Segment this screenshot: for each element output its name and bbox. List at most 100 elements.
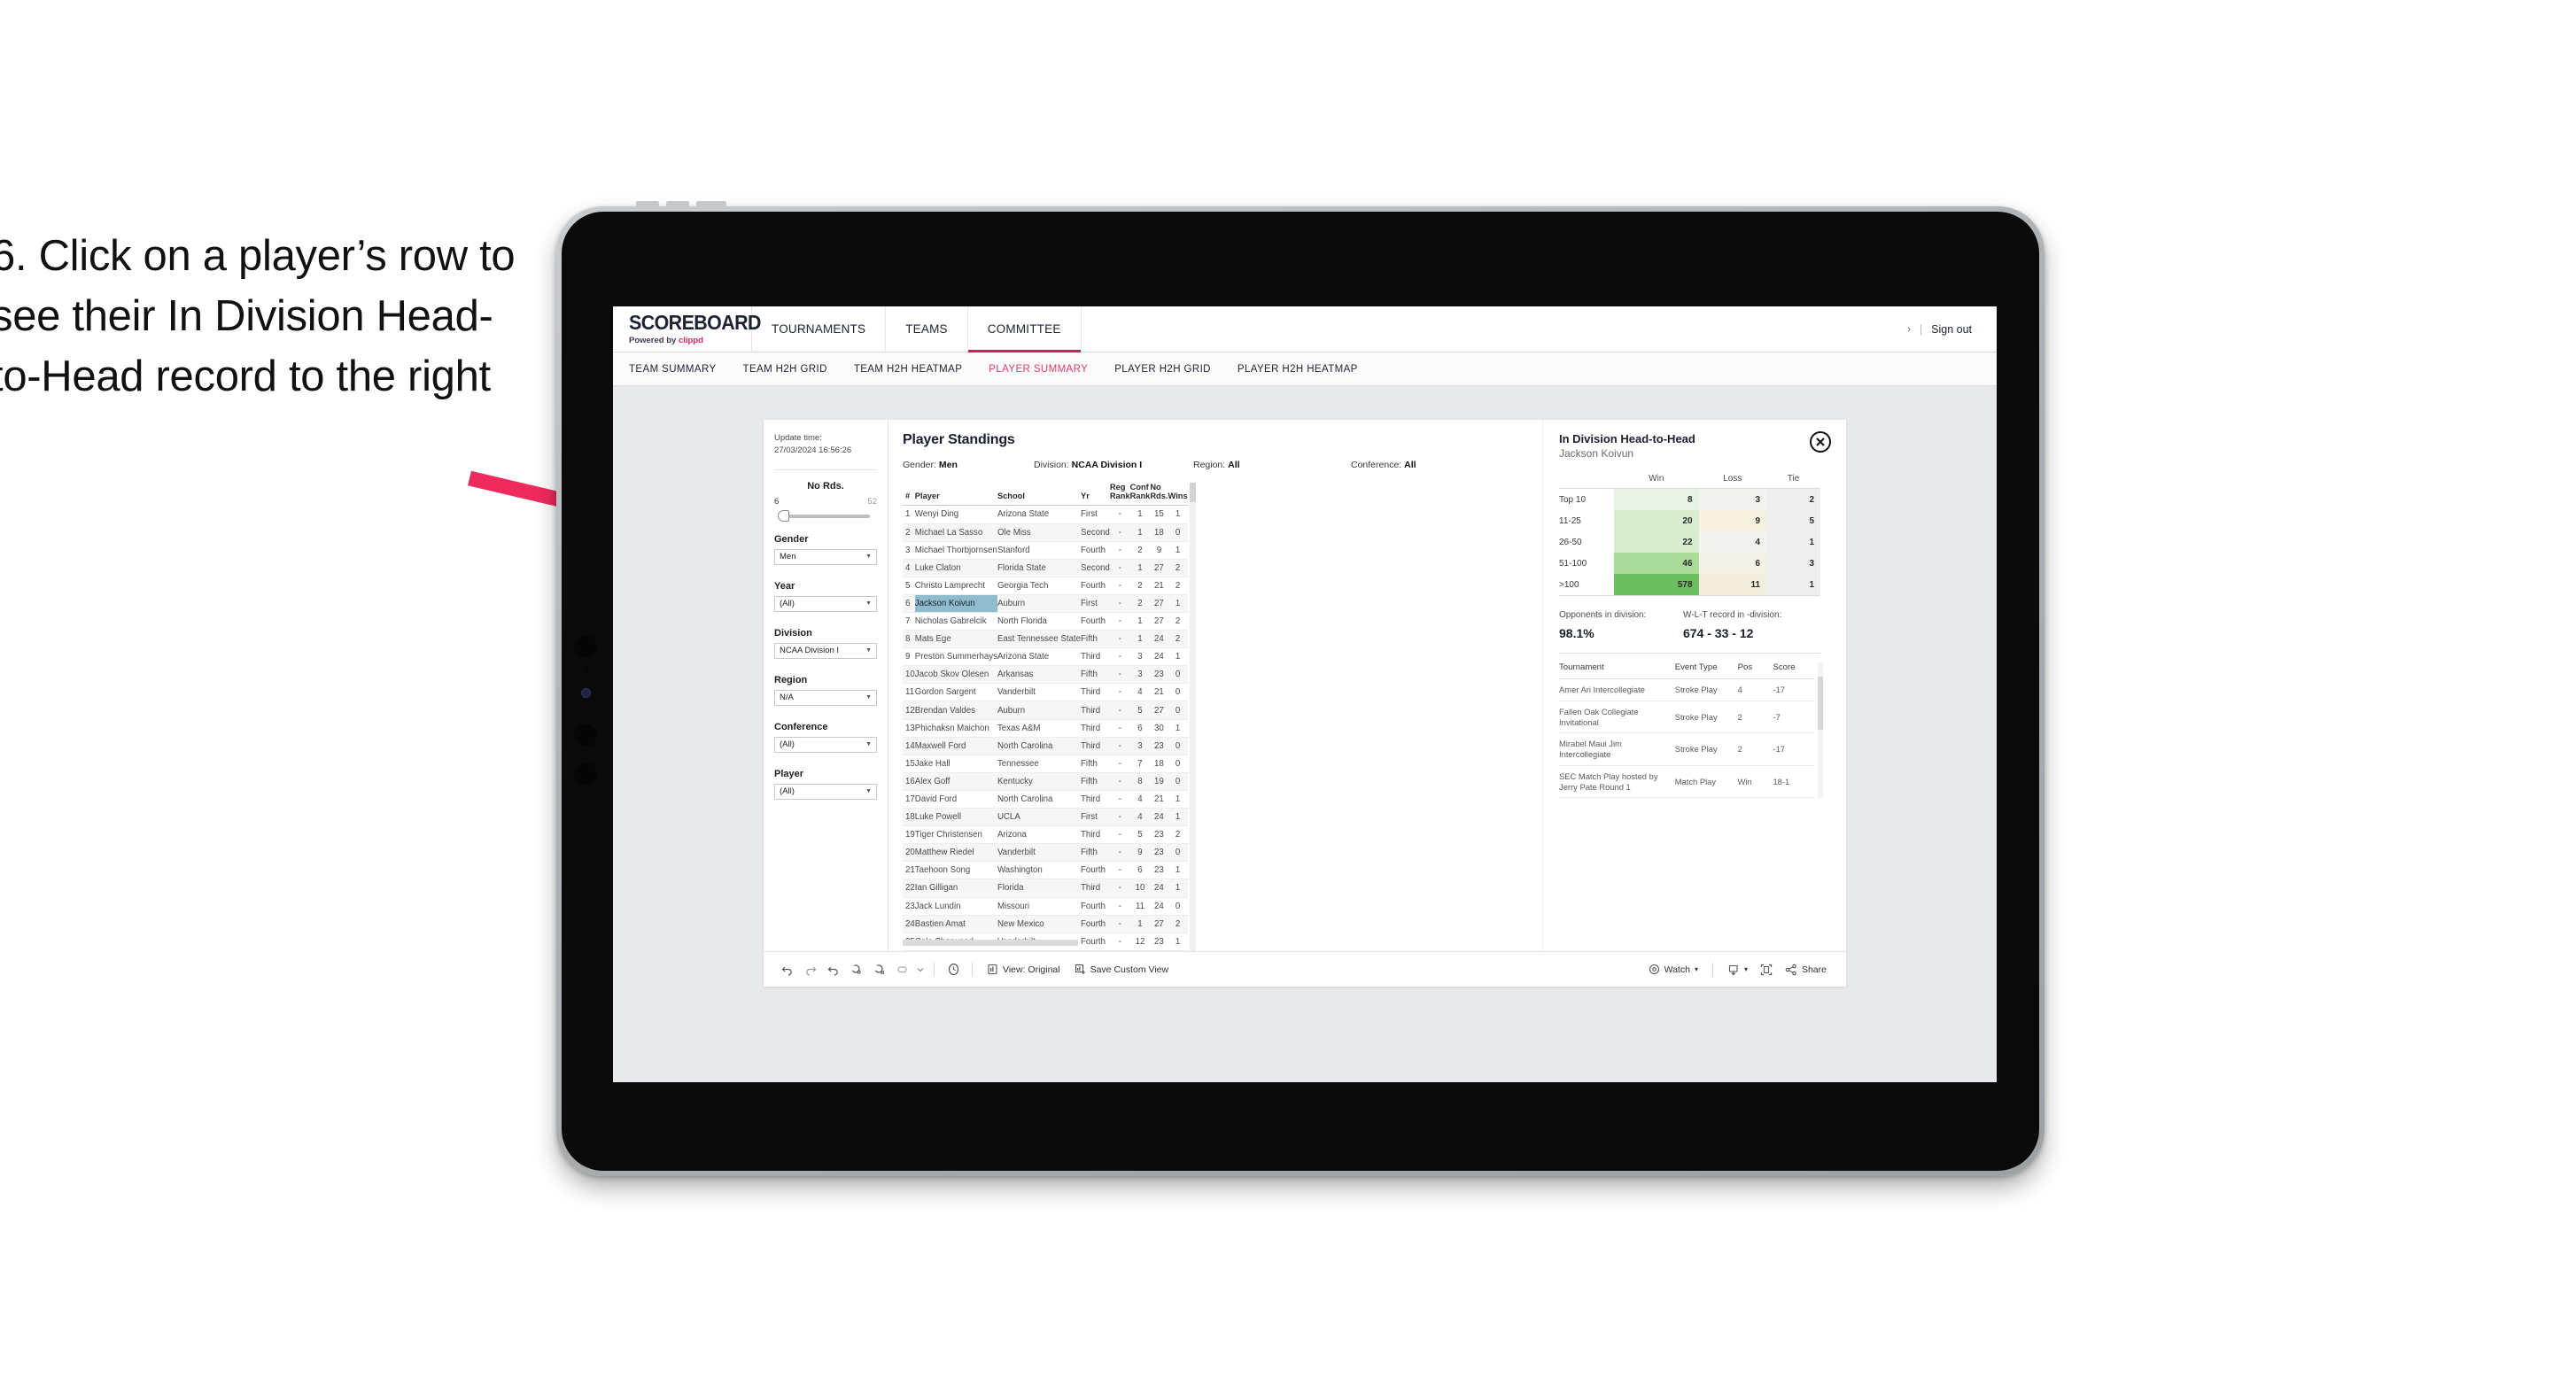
table-row[interactable]: 11 Gordon Sargent Vanderbilt Third -4 21 0 xyxy=(903,683,1188,702)
col-pos[interactable]: Pos xyxy=(1738,662,1773,679)
no-rounds-slider[interactable] xyxy=(778,509,870,522)
table-row[interactable]: 12 Brendan Valdes Auburn Third -5 27 0 xyxy=(903,701,1188,720)
tournament-row[interactable]: Mirabel Maui Jim Intercollegiate Stroke P… xyxy=(1559,732,1814,766)
table-row[interactable]: 3 Michael Thorbjornsen Stanford Fourth -2 9 1 xyxy=(903,541,1188,560)
table-row[interactable]: 2 Michael La Sasso Ole Miss Second -1 18 0 xyxy=(903,523,1188,542)
full-screen-icon[interactable] xyxy=(1755,958,1778,981)
filter-gender-select[interactable]: Men ▼ xyxy=(774,548,877,565)
standings-horizontal-scrollbar[interactable] xyxy=(903,940,1184,946)
cell-rank: 10 xyxy=(903,665,915,685)
tab-team-summary[interactable]: TEAM SUMMARY xyxy=(629,364,717,375)
tournament-row[interactable]: SEC Match Play hosted by Jerry Pate Roun… xyxy=(1559,765,1814,799)
scrollbar-thumb[interactable] xyxy=(1189,483,1196,502)
tab-team-h2h-grid[interactable]: TEAM H2H GRID xyxy=(743,364,827,375)
tab-player-h2h-heatmap[interactable]: PLAYER H2H HEATMAP xyxy=(1238,364,1358,375)
cell-pos: 2 xyxy=(1737,732,1773,766)
cell-wins: 2 xyxy=(1168,577,1188,595)
table-row[interactable]: 13 Phichaksn Maichon Texas A&M Third -6 30 1 xyxy=(903,719,1188,738)
undo-icon[interactable] xyxy=(776,958,799,981)
table-row[interactable]: 5 Christo Lamprecht Georgia Tech Fourth -2 21… xyxy=(903,577,1188,595)
col-no-rds[interactable]: No Rds. xyxy=(1150,483,1168,506)
table-row[interactable]: 23 Jack Lundin Missouri Fourth -11 24 0 xyxy=(903,897,1188,916)
nav-item-tournaments[interactable]: TOURNAMENTS xyxy=(752,306,887,352)
col-conf-rank[interactable]: Conf Rank xyxy=(1130,483,1151,506)
table-row[interactable]: 9 Preston Summerhays Arizona State Third -3 2… xyxy=(903,647,1188,667)
filter-player-select[interactable]: (All) ▼ xyxy=(774,783,877,800)
tab-player-summary[interactable]: PLAYER SUMMARY xyxy=(989,364,1088,375)
tournaments-head: Tournament Event Type Pos Score xyxy=(1559,662,1814,679)
cell-score: -7 xyxy=(1773,701,1814,734)
col-wins[interactable]: Wins xyxy=(1168,483,1188,506)
col-reg-rank[interactable]: Reg Rank xyxy=(1110,483,1130,506)
cell-player: David Ford xyxy=(914,790,997,809)
col-event-type[interactable]: Event Type xyxy=(1675,662,1738,679)
sign-out-link[interactable]: Sign out xyxy=(1931,323,1972,336)
slider-handle[interactable] xyxy=(778,509,789,522)
table-row[interactable]: 16 Alex Goff Kentucky Fifth -8 19 0 xyxy=(903,772,1188,791)
cell-yr: First xyxy=(1081,594,1110,614)
tab-player-h2h-grid[interactable]: PLAYER H2H GRID xyxy=(1114,364,1211,375)
col-yr[interactable]: Yr xyxy=(1081,483,1110,506)
tournaments-scroll-thumb[interactable] xyxy=(1818,677,1823,730)
cell-yr: Fourth xyxy=(1081,897,1110,916)
nav-item-teams[interactable]: TEAMS xyxy=(886,306,968,352)
h2h-summary-stats: Opponents in division: 98.1% W-L-T recor… xyxy=(1559,610,1832,640)
refresh-data-icon[interactable] xyxy=(845,958,868,981)
cell-rank: 5 xyxy=(903,577,915,595)
table-row[interactable]: 22 Ian Gilligan Florida Third -10 24 1 xyxy=(903,879,1188,898)
device-layout-icon[interactable] xyxy=(891,958,914,981)
tournaments-scrollbar[interactable] xyxy=(1818,662,1823,799)
tournament-row[interactable]: Amer Ari Intercollegiate Stroke Play 4 -17 xyxy=(1559,678,1814,701)
table-row[interactable]: 8 Mats Ege East Tennessee State Fifth -1 24 2 xyxy=(903,630,1188,649)
col-player[interactable]: Player xyxy=(915,483,997,506)
filter-division-select[interactable]: NCAA Division I ▼ xyxy=(774,642,877,659)
hscrollbar-thumb[interactable] xyxy=(903,940,1078,946)
table-row[interactable]: 1 Wenyi Ding Arizona State First -1 15 1 xyxy=(903,505,1188,524)
cell-reg-rank: - xyxy=(1109,683,1130,702)
table-row[interactable]: 15 Jake Hall Tennessee Fifth -7 18 0 xyxy=(903,755,1188,773)
col-tournament[interactable]: Tournament xyxy=(1559,662,1675,679)
table-row[interactable]: 21 Taehoon Song Washington Fourth -6 23 1 xyxy=(903,861,1188,880)
nav-item-committee[interactable]: COMMITTEE xyxy=(967,306,1082,352)
share-button[interactable]: Share xyxy=(1778,964,1834,976)
tab-team-h2h-heatmap[interactable]: TEAM H2H HEATMAP xyxy=(854,364,962,375)
download-button[interactable]: ▾ xyxy=(1720,964,1755,976)
standings-vertical-scrollbar[interactable] xyxy=(1189,483,1196,951)
filter-region-select[interactable]: N/A ▼ xyxy=(774,689,877,706)
pause-auto-update-icon[interactable] xyxy=(868,958,891,981)
table-row[interactable]: 19 Tiger Christensen Arizona Third -5 23 2 xyxy=(903,825,1188,845)
watch-button[interactable]: Watch ▾ xyxy=(1641,964,1705,975)
table-row[interactable]: 17 David Ford North Carolina Third -4 21 1 xyxy=(903,790,1188,809)
chevron-down-icon: ▼ xyxy=(865,647,872,654)
redo-icon[interactable] xyxy=(799,958,822,981)
table-row[interactable]: 7 Nicholas Gabrelcik North Florida Fourth -1… xyxy=(903,612,1188,631)
h2h-body: Top 10 8 3 2 11-25 20 9 5 26-50 22 4 1 51-100 46 6 3 >10… xyxy=(1559,488,1820,596)
brand-logo[interactable]: SCOREBOARD Powered by clippd xyxy=(613,306,761,352)
h2h-band-label: 11-25 xyxy=(1559,510,1614,531)
view-original-label: View: Original xyxy=(1003,964,1060,975)
view-original-button[interactable]: View: Original xyxy=(980,964,1067,975)
chevron-right-icon[interactable]: › xyxy=(1907,324,1911,335)
tournament-row[interactable]: Fallen Oak Collegiate Invitational Stroke… xyxy=(1559,701,1814,734)
save-custom-view-button[interactable]: Save Custom View xyxy=(1067,964,1176,975)
col-school[interactable]: School xyxy=(997,483,1081,506)
cell-wins: 2 xyxy=(1168,559,1188,577)
table-row[interactable]: 6 Jackson Koivun Auburn First -2 27 1 xyxy=(903,594,1188,614)
header-divider: | xyxy=(1919,322,1923,336)
col-score[interactable]: Score xyxy=(1773,662,1814,679)
table-row[interactable]: 10 Jacob Skov Olesen Arkansas Fifth -3 23 0 xyxy=(903,665,1188,685)
clock-history-icon[interactable] xyxy=(942,958,965,981)
filter-year-select[interactable]: (All) ▼ xyxy=(774,595,877,612)
close-icon[interactable] xyxy=(1809,430,1832,453)
table-row[interactable]: 24 Bastien Amat New Mexico Fourth -1 27 2 xyxy=(903,915,1188,933)
table-row[interactable]: 4 Luke Claton Florida State Second -1 27 2 xyxy=(903,559,1188,577)
cell-yr: Third xyxy=(1081,683,1110,702)
filter-conference-select[interactable]: (All) ▼ xyxy=(774,736,877,753)
revert-icon[interactable] xyxy=(822,958,845,981)
table-row[interactable]: 14 Maxwell Ford North Carolina Third -3 23 0 xyxy=(903,737,1188,755)
col-rank[interactable]: # xyxy=(903,483,915,506)
chevron-down-icon[interactable] xyxy=(914,958,927,981)
table-row[interactable]: 18 Luke Powell UCLA First -4 24 1 xyxy=(903,808,1188,827)
standings-meta: Gender: Men Division: NCAA Division I Re… xyxy=(903,460,1542,470)
table-row[interactable]: 20 Matthew Riedel Vanderbilt Fifth -9 23 0 xyxy=(903,843,1188,863)
